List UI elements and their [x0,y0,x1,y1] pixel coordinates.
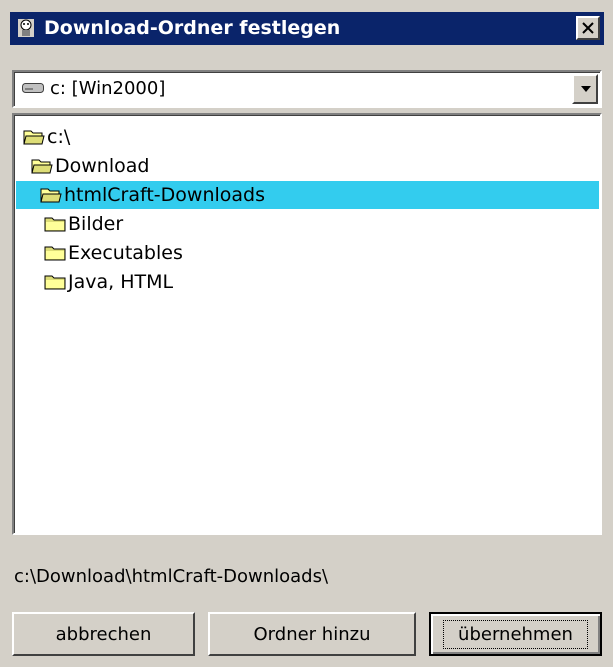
folder-icon [44,275,66,290]
drive-select[interactable]: c: [Win2000] [12,70,602,108]
tree-item-label: Download [55,155,150,177]
app-icon [18,19,34,37]
dialog-window: Download-Ordner festlegen c: [Win2000] c… [0,0,613,667]
drive-select-value: c: [Win2000] [50,78,166,99]
cancel-button-label: abbrechen [55,623,152,645]
close-button[interactable] [576,16,600,40]
open-folder-icon [23,130,45,145]
add-folder-button[interactable]: Ordner hinzu [208,612,416,656]
folder-icon [44,217,66,232]
selected-path: c:\Download\htmlCraft-Downloads\ [14,566,329,587]
tree-item-executables[interactable]: Executables [44,239,183,267]
drive-icon [22,83,44,93]
tree-item-label: c:\ [47,126,71,148]
tree-item-label: Java, HTML [68,271,174,293]
cancel-button[interactable]: abbrechen [12,612,195,656]
window-title: Download-Ordner festlegen [44,17,341,39]
tree-item-label: htmlCraft-Downloads [64,184,266,206]
tree-item-htmlcraft-downloads[interactable]: htmlCraft-Downloads [16,181,599,209]
apply-button[interactable]: übernehmen [429,612,602,656]
apply-button-label: übernehmen [443,619,588,649]
folder-icon [44,246,66,261]
dropdown-button[interactable] [572,74,598,104]
close-icon [582,22,594,34]
chevron-down-icon [581,86,591,92]
tree-item-label: Bilder [68,213,124,235]
tree-item-java-html[interactable]: Java, HTML [44,268,173,296]
folder-tree[interactable]: c:\ Download htmlCraft-Downloads Bilder [12,113,602,535]
open-folder-icon [40,188,62,203]
tree-item-label: Executables [68,242,183,264]
open-folder-icon [31,159,53,174]
title-bar[interactable]: Download-Ordner festlegen [10,12,604,45]
tree-item-root[interactable]: c:\ [23,123,70,151]
tree-item-bilder[interactable]: Bilder [44,210,123,238]
add-folder-button-label: Ordner hinzu [253,623,371,645]
tree-item-download[interactable]: Download [31,152,149,180]
